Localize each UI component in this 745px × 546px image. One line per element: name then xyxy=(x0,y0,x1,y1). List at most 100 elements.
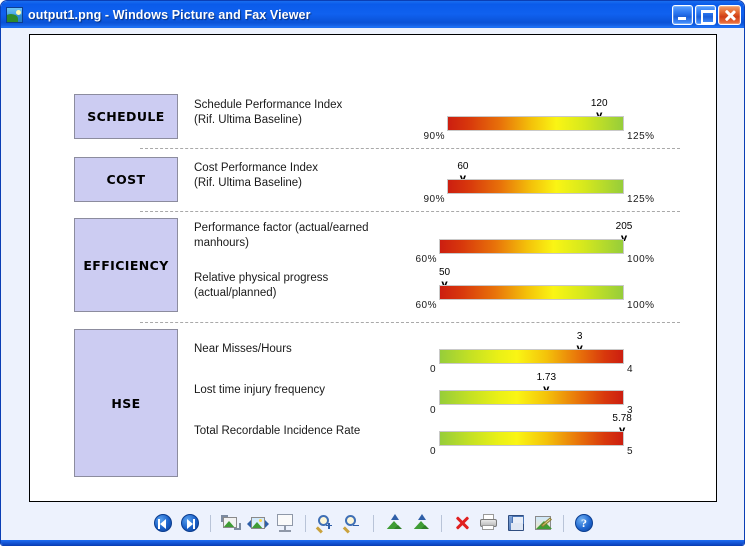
gauge-bar xyxy=(439,285,624,300)
window-bottom-edge xyxy=(1,540,745,545)
toolbar-separator xyxy=(210,515,211,532)
window-title: output1.png - Windows Picture and Fax Vi… xyxy=(28,8,672,22)
edit-button[interactable] xyxy=(532,512,554,534)
start-slideshow-button[interactable] xyxy=(274,512,296,534)
zoom-out-icon xyxy=(345,515,356,526)
window-controls xyxy=(672,5,741,25)
close-button[interactable] xyxy=(718,5,741,25)
gauge-marker-value: 50 xyxy=(439,267,450,278)
gauge-max-label: 125% xyxy=(627,131,655,142)
kpi-label-lost-time-injury-frequency: Lost time injury frequency xyxy=(194,383,424,398)
edit-image-icon xyxy=(535,516,551,530)
gauge-marker-value: 3 xyxy=(577,331,583,342)
hill-shape xyxy=(223,521,236,528)
gauge-max-label: 100% xyxy=(627,254,655,265)
minus-horizontal xyxy=(353,525,359,527)
minimize-icon xyxy=(673,6,692,24)
print-button[interactable] xyxy=(478,512,500,534)
gauge-min-label: 60% xyxy=(410,300,437,311)
gauge-marker-value: 60 xyxy=(457,161,468,172)
best-fit-thumb-icon xyxy=(223,517,237,528)
kpi-label-total-recordable-incidence-rate: Total Recordable Incidence Rate xyxy=(194,424,424,439)
gauge-bar xyxy=(439,390,624,405)
gauge-max-label: 5 xyxy=(627,446,633,457)
best-fit-button[interactable] xyxy=(220,512,242,534)
gauge-marker-value: 5.78 xyxy=(612,413,631,424)
maximize-icon xyxy=(696,6,715,24)
gauge-bar xyxy=(439,239,624,254)
actual-size-icon xyxy=(247,512,269,534)
close-icon xyxy=(719,6,740,24)
zoom-out-button[interactable] xyxy=(342,512,364,534)
gauge-min-label: 0 xyxy=(425,364,436,375)
picture-file-icon xyxy=(6,7,23,23)
gauge-marker-value: 1.73 xyxy=(537,372,556,383)
rotate-counterclockwise-button[interactable] xyxy=(410,512,432,534)
next-image-button[interactable] xyxy=(179,512,201,534)
kpi-label-relative-physical-progress: Relative physical progress (actual/plann… xyxy=(194,271,424,300)
minimize-button[interactable] xyxy=(672,5,693,25)
kpi-label-near-misses-hours: Near Misses/Hours xyxy=(194,342,424,357)
viewer-toolbar: ? xyxy=(1,506,745,540)
delete-button[interactable] xyxy=(451,512,473,534)
toolbar-separator xyxy=(373,515,374,532)
magnifier-handle xyxy=(316,526,323,533)
gauge-max-label: 125% xyxy=(627,194,655,205)
window-titlebar: output1.png - Windows Picture and Fax Vi… xyxy=(1,1,744,28)
slideshow-base xyxy=(279,530,291,532)
gauge-bar xyxy=(447,179,624,194)
help-icon: ? xyxy=(575,514,593,532)
maximize-button[interactable] xyxy=(695,5,716,25)
next-image-icon xyxy=(181,514,199,532)
save-floppy-icon xyxy=(508,515,524,531)
rotate-arrow-icon xyxy=(418,514,426,520)
hill-shape xyxy=(251,522,264,529)
kpi-label-performance-factor: Performance factor (actual/earned manhou… xyxy=(194,221,424,250)
category-box-hse: HSE xyxy=(74,329,178,477)
kpi-label-schedule-performance-index: Schedule Performance Index (Rif. Ultima … xyxy=(194,98,404,127)
gauge-min-label: 0 xyxy=(425,446,436,457)
viewer-body: SCHEDULE Schedule Performance Index (Rif… xyxy=(1,30,745,545)
picture-viewer-window: output1.png - Windows Picture and Fax Vi… xyxy=(0,0,745,546)
copy-to-button[interactable] xyxy=(505,512,527,534)
best-fit-icon xyxy=(221,514,241,532)
plus-vertical xyxy=(328,523,330,529)
kpi-label-cost-performance-index: Cost Performance Index (Rif. Ultima Base… xyxy=(194,161,404,190)
gauge-min-label: 0 xyxy=(425,405,436,416)
toolbar-separator xyxy=(563,515,564,532)
sun-shape xyxy=(259,519,262,522)
hill-shape-small xyxy=(392,525,403,529)
previous-image-button[interactable] xyxy=(152,512,174,534)
category-box-schedule: SCHEDULE xyxy=(74,94,178,139)
actual-size-thumb-icon xyxy=(251,517,265,529)
section-divider xyxy=(140,211,680,212)
previous-image-icon xyxy=(154,514,172,532)
gauge-bar xyxy=(439,349,624,364)
actual-size-button[interactable] xyxy=(247,512,269,534)
zoom-in-icon xyxy=(318,515,329,526)
gauge-min-label: 60% xyxy=(410,254,437,265)
section-divider xyxy=(140,322,680,323)
slideshow-icon xyxy=(277,514,293,526)
hill-shape-small xyxy=(419,525,430,529)
print-output-icon xyxy=(482,525,494,530)
gauge-bar xyxy=(447,116,624,131)
rotate-arrow-icon xyxy=(391,514,399,520)
category-box-cost: COST xyxy=(74,157,178,202)
gauge-bar xyxy=(439,431,624,446)
rotate-clockwise-button[interactable] xyxy=(383,512,405,534)
category-box-efficiency: EFFICIENCY xyxy=(74,218,178,312)
help-button[interactable]: ? xyxy=(573,512,595,534)
toolbar-separator xyxy=(305,515,306,532)
gauge-max-label: 100% xyxy=(627,300,655,311)
toolbar-separator xyxy=(441,515,442,532)
magnifier-handle xyxy=(343,526,350,533)
gauge-marker-value: 205 xyxy=(616,221,633,232)
section-divider xyxy=(140,148,680,149)
gauge-min-label: 90% xyxy=(418,194,445,205)
zoom-in-button[interactable] xyxy=(315,512,337,534)
gauge-min-label: 90% xyxy=(418,131,445,142)
gauge-marker-value: 120 xyxy=(591,98,608,109)
image-canvas[interactable]: SCHEDULE Schedule Performance Index (Rif… xyxy=(29,34,717,502)
gauge-max-label: 4 xyxy=(627,364,633,375)
